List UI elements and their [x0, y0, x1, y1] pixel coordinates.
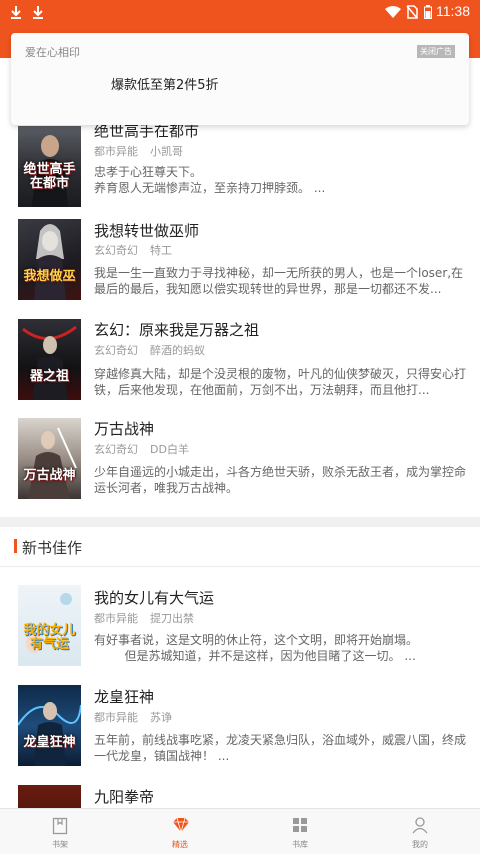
cover-title: 万古战神 — [23, 468, 76, 483]
book-category: 都市异能 — [94, 612, 138, 625]
book-description: 少年自遥远的小城走出，斗各方绝世天骄，败杀无敌王者，成为掌控命运长河者，唯我万古… — [94, 465, 466, 495]
clock: 11:38 — [436, 3, 470, 19]
download-icon — [33, 6, 43, 19]
book-meta: 都市异能 苏诤 — [94, 709, 184, 725]
book-title: 万古战神 — [94, 420, 155, 438]
figure-illustration — [22, 325, 77, 400]
nav-library[interactable]: 书库 — [240, 809, 360, 854]
section-underline — [0, 566, 480, 567]
book-cover: 我的女儿有气运 — [18, 585, 81, 666]
section-accent-bar — [14, 539, 17, 553]
cover-title: 龙皇狂神 — [23, 735, 76, 750]
book-cover: 绝世高手在都市 — [18, 126, 81, 207]
book-title: 我想转世做巫师 — [94, 222, 200, 240]
nav-bookshelf[interactable]: 书架 — [0, 809, 120, 854]
book-meta: 玄幻奇幻 DD白羊 — [94, 441, 201, 457]
book-category: 都市异能 — [94, 711, 138, 724]
list-item[interactable]: 绝世高手在都市 绝世高手在都市 都市异能 小凯哥 忠孝于心狂尊天下。 养育恩人无端… — [0, 122, 480, 226]
nav-label: 我的 — [412, 840, 428, 849]
nav-label: 书库 — [292, 840, 308, 849]
book-meta: 玄幻奇幻 醉酒的蚂蚁 — [94, 342, 217, 358]
book-author: 醉酒的蚂蚁 — [150, 344, 205, 357]
close-ad-button[interactable]: 关闭广告 — [417, 45, 455, 58]
cover-title: 我的女儿有气运 — [23, 623, 76, 652]
nav-label: 书架 — [52, 840, 68, 849]
section-divider — [0, 517, 480, 527]
notification-app-name: 爱在心相印 — [25, 46, 80, 59]
book-category: 玄幻奇幻 — [94, 344, 138, 357]
book-author: 小凯哥 — [150, 145, 183, 158]
book-author: 苏诤 — [150, 711, 172, 724]
book-title: 龙皇狂神 — [94, 688, 155, 706]
book-description: 五年前，前线战事吃紧，龙凌天紧急归队，浴血域外，威震八国，终成一代龙皇，镇国战神… — [94, 733, 467, 763]
wifi-icon — [385, 6, 401, 18]
figure-illustration — [34, 224, 66, 300]
nav-profile[interactable]: 我的 — [360, 809, 480, 854]
book-description: 有好事者说，这是文明的休止符，这个文明，即将开始崩塌。 但是苏城知道，并不是这样… — [94, 633, 419, 663]
figure-illustration — [28, 427, 77, 499]
bookshelf-icon — [52, 817, 68, 835]
book-meta: 都市异能 提刀出禁 — [94, 610, 206, 626]
nav-label: 精选 — [172, 840, 188, 849]
book-meta: 都市异能 小凯哥 — [94, 143, 195, 159]
bottom-navigation: 书架 精选 书库 我的 — [0, 808, 480, 854]
notification-message: 爆款低至第2件5折 — [111, 78, 219, 93]
book-cover: 器之祖 — [18, 319, 81, 400]
book-meta: 玄幻奇幻 特工 — [94, 242, 184, 258]
book-author: 提刀出禁 — [150, 612, 194, 625]
book-author: DD白羊 — [150, 443, 189, 456]
battery-icon — [424, 5, 432, 19]
nav-featured[interactable]: 精选 — [120, 809, 240, 854]
book-category: 玄幻奇幻 — [94, 244, 138, 257]
book-description: 忠孝于心狂尊天下。 养育恩人无端惨声泣，至亲持刀押脖颈。 ... — [94, 165, 326, 195]
book-title: 我的女儿有大气运 — [94, 589, 215, 607]
book-title: 九阳拳帝 — [94, 788, 155, 806]
book-cover: 我想做巫 — [18, 219, 81, 300]
book-category: 都市异能 — [94, 145, 138, 158]
book-cover: 万古战神 — [18, 418, 81, 499]
book-author: 特工 — [150, 244, 172, 257]
section-header: 新书佳作 — [0, 527, 480, 567]
list-item[interactable]: 器之祖 玄幻：原来我是万器之祖 玄幻奇幻 醉酒的蚂蚁 穿越修真大陆，却是个没灵根的… — [0, 319, 480, 419]
figure-illustration — [18, 702, 81, 766]
section-title: 新书佳作 — [22, 539, 83, 557]
list-item[interactable]: 我想做巫 我想转世做巫师 玄幻奇幻 特工 我是一生一直致力于寻找神秘，却一无所获的… — [0, 219, 480, 319]
book-title: 玄幻：原来我是万器之祖 — [94, 321, 260, 339]
book-category: 玄幻奇幻 — [94, 443, 138, 456]
cover-title: 绝世高手在都市 — [23, 162, 76, 191]
book-cover: 龙皇狂神 — [18, 685, 81, 766]
notification-banner[interactable]: 爱在心相印 关闭广告 爆款低至第2件5折 — [11, 33, 469, 125]
book-description: 我是一生一直致力于寻找神秘，却一无所获的男人，也是一个loser,在最后的最后，… — [94, 266, 464, 296]
status-bar: 11:38 — [0, 0, 480, 24]
list-item[interactable]: 龙皇狂神 龙皇狂神 都市异能 苏诤 五年前，前线战事吃紧，龙凌天紧急归队，浴血域外… — [0, 685, 480, 785]
list-item[interactable]: 万古战神 万古战神 玄幻奇幻 DD白羊 少年自遥远的小城走出，斗各方绝世天骄，败杀… — [0, 418, 480, 518]
list-item[interactable]: 我的女儿有气运 我的女儿有大气运 都市异能 提刀出禁 有好事者说，这是文明的休止符… — [0, 585, 480, 685]
user-icon — [412, 817, 428, 834]
book-description: 穿越修真大陆，却是个没灵根的废物，叶凡的仙侠梦破灭，只得安心打铁，后来他发现，在… — [94, 367, 466, 397]
cover-title: 器之祖 — [29, 369, 69, 384]
cover-title: 我想做巫 — [23, 269, 76, 284]
no-sim-icon — [406, 5, 418, 19]
download-icon — [11, 6, 21, 19]
grid-icon — [293, 818, 307, 832]
diamond-icon — [173, 817, 189, 833]
